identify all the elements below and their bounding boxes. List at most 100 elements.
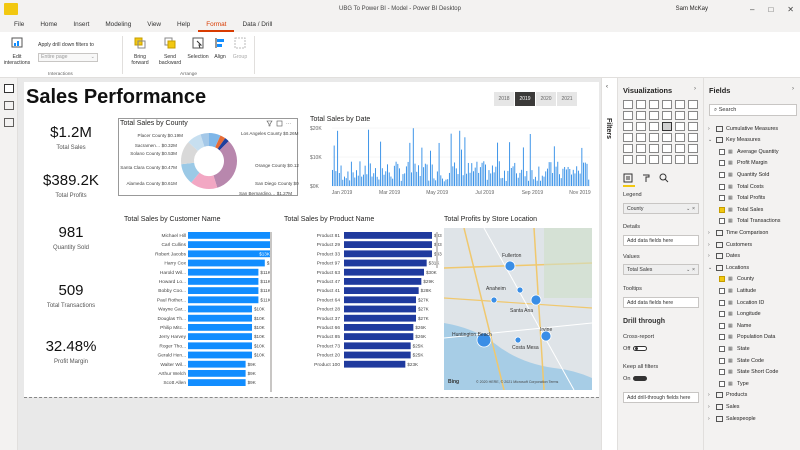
field-checkbox[interactable] — [719, 357, 725, 364]
collapse-viz-icon[interactable]: › — [694, 86, 696, 92]
bar[interactable] — [188, 351, 252, 359]
visual-type-icon[interactable] — [623, 155, 633, 164]
visual-type-icon[interactable] — [688, 133, 698, 142]
visual-type-icon[interactable] — [662, 155, 672, 164]
field-checkbox[interactable] — [719, 345, 725, 352]
visual-type-icon[interactable] — [649, 155, 659, 164]
visual-type-icon[interactable] — [636, 122, 646, 131]
fields-tab-icon[interactable] — [623, 173, 633, 183]
year-2019-button[interactable]: 2019 — [515, 92, 535, 106]
align-button[interactable]: Align — [210, 36, 230, 60]
bar[interactable] — [344, 296, 416, 304]
field-item[interactable]: ▦ Latitude — [708, 285, 800, 296]
field-checkbox[interactable] — [719, 299, 725, 306]
date-chart-visual[interactable]: Total Sales by Date $20K $10K $0K Jan 2019 M… — [310, 116, 594, 204]
bar[interactable] — [344, 232, 432, 239]
field-checkbox[interactable] — [719, 171, 725, 178]
kpi-total-sales[interactable]: $1.2M Total Sales — [36, 124, 106, 151]
visual-type-icon[interactable] — [662, 122, 672, 131]
visual-type-icon[interactable] — [662, 144, 672, 153]
customer-bar-visual[interactable]: Total Sales by Customer Name Michael Hil… — [122, 216, 272, 396]
values-well[interactable]: Total Sales ⌄ × — [623, 264, 699, 275]
format-tab-icon[interactable] — [641, 173, 651, 183]
edit-interactions-button[interactable]: Edit interactions — [2, 36, 32, 66]
field-table[interactable]: › Dates — [708, 251, 800, 262]
visual-type-icon[interactable] — [649, 133, 659, 142]
bar[interactable] — [188, 232, 272, 239]
group-button[interactable]: Group — [230, 36, 250, 60]
visual-type-icon[interactable] — [649, 100, 659, 109]
chevron-right-icon[interactable]: › — [708, 416, 713, 422]
visual-type-icon[interactable] — [662, 133, 672, 142]
bar[interactable] — [188, 305, 252, 313]
field-checkbox[interactable] — [719, 369, 725, 376]
field-checkbox[interactable] — [719, 322, 725, 329]
bar[interactable] — [188, 314, 252, 322]
visual-type-icon[interactable] — [662, 111, 672, 120]
fields-search-input[interactable]: ⌕ Search — [709, 104, 797, 116]
field-table[interactable]: › Sales — [708, 401, 800, 412]
visual-type-icon[interactable] — [675, 111, 685, 120]
field-item[interactable]: ▦ Total Costs — [708, 181, 800, 192]
bar[interactable] — [344, 259, 427, 267]
field-checkbox[interactable] — [719, 218, 725, 225]
product-scrollbar[interactable] — [436, 232, 438, 268]
visual-type-icon[interactable] — [688, 111, 698, 120]
visual-type-icon[interactable] — [675, 100, 685, 109]
filters-pane-collapsed[interactable]: ‹ Filters — [601, 78, 617, 450]
field-item[interactable]: ▦ Total Sales — [708, 204, 800, 215]
field-checkbox[interactable] — [719, 380, 725, 387]
field-item[interactable]: ▦ State Short Code — [708, 367, 800, 378]
menu-file[interactable]: File — [6, 18, 32, 32]
analytics-tab-icon[interactable] — [659, 173, 669, 183]
field-item[interactable]: ▦ Type — [708, 378, 800, 389]
user-name[interactable]: Sam McKay — [676, 6, 708, 12]
field-item[interactable]: ▦ County — [708, 274, 800, 285]
chevron-right-icon[interactable]: › — [708, 392, 713, 398]
bar[interactable] — [344, 241, 432, 248]
bar[interactable] — [344, 360, 406, 368]
drill-through-well[interactable]: Add drill-through fields here — [623, 392, 699, 403]
cross-report-toggle[interactable]: Off — [623, 346, 648, 352]
year-2021-button[interactable]: 2021 — [557, 92, 577, 106]
close-button[interactable]: ✕ — [787, 5, 794, 14]
selection-button[interactable]: Selection — [186, 36, 210, 60]
chevron-right-icon[interactable]: › — [708, 230, 713, 236]
keep-filters-toggle[interactable]: On — [623, 376, 648, 382]
field-item[interactable]: ▦ Average Quantity — [708, 146, 800, 157]
customer-scrollbar[interactable] — [270, 232, 272, 392]
field-table[interactable]: › Time Comparison — [708, 227, 800, 238]
field-checkbox[interactable] — [719, 276, 725, 283]
bar[interactable] — [344, 351, 411, 359]
field-item[interactable]: ▦ Quantity Sold — [708, 169, 800, 180]
bar[interactable] — [188, 296, 259, 304]
field-checkbox[interactable] — [719, 148, 725, 155]
chevron-down-icon[interactable]: ⌄ — [708, 137, 713, 143]
visual-type-icon[interactable] — [649, 122, 659, 131]
visual-type-icon[interactable] — [649, 144, 659, 153]
bar[interactable] — [344, 305, 416, 313]
visual-type-icon[interactable] — [623, 100, 633, 109]
field-item[interactable]: ▦ State Code — [708, 355, 800, 366]
field-item[interactable]: ▦ Location ID — [708, 297, 800, 308]
field-item[interactable]: ▦ Total Profits — [708, 193, 800, 204]
visual-type-icon[interactable] — [623, 122, 633, 131]
visual-type-icon[interactable] — [688, 122, 698, 131]
year-2018-button[interactable]: 2018 — [494, 92, 514, 106]
bar[interactable] — [188, 360, 246, 368]
field-checkbox[interactable] — [719, 287, 725, 294]
details-well[interactable]: Add data fields here — [623, 235, 699, 246]
kpi-total-profits[interactable]: $389.2K Total Profits — [36, 172, 106, 199]
visual-type-icon[interactable] — [623, 144, 633, 153]
field-checkbox[interactable] — [719, 311, 725, 318]
field-item[interactable]: ▦ Total Transactions — [708, 216, 800, 227]
bar[interactable] — [344, 314, 416, 322]
bar[interactable] — [188, 259, 265, 267]
field-table[interactable]: › Salespeople — [708, 413, 800, 424]
legend-well[interactable]: County ⌄ × — [623, 203, 699, 214]
chevron-down-icon[interactable]: ⌄ × — [686, 267, 695, 273]
visual-type-icon[interactable] — [662, 100, 672, 109]
field-item[interactable]: ▦ State — [708, 343, 800, 354]
menu-modeling[interactable]: Modeling — [97, 18, 139, 32]
visual-type-icon[interactable] — [675, 144, 685, 153]
